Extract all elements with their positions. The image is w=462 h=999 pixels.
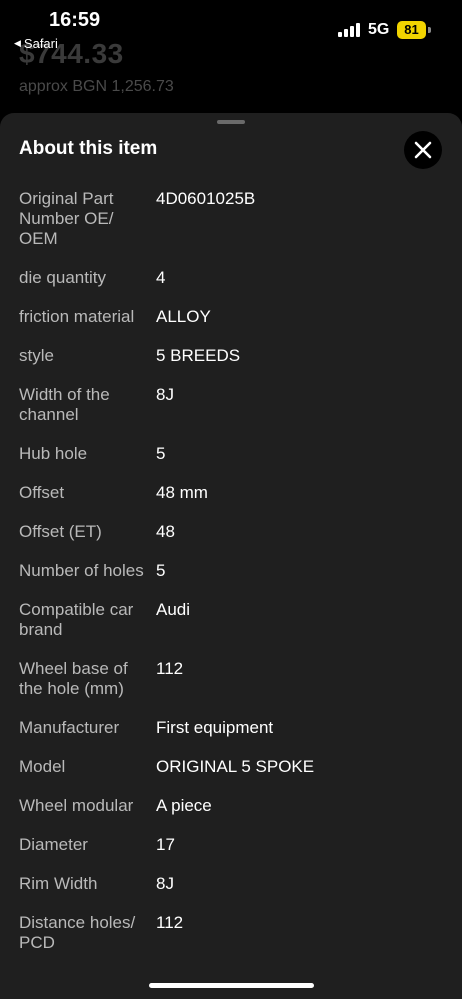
spec-value: 112 (156, 913, 184, 932)
spec-value: 5 (156, 561, 166, 580)
spec-value: 8J (156, 385, 174, 404)
spec-label: friction material (19, 307, 135, 326)
spec-label: Diameter (19, 835, 88, 854)
spec-row: Rim Width 8J (0, 874, 462, 894)
spec-row: Offset 48 mm (0, 483, 462, 503)
spec-label: style (19, 346, 54, 365)
spec-row: Diameter 17 (0, 835, 462, 855)
back-app-label: Safari (23, 36, 58, 51)
converted-price: approx BGN 1,256.73 (19, 78, 174, 95)
close-icon (414, 141, 432, 159)
sheet-grabber[interactable] (217, 120, 245, 124)
spec-row: Wheel modular A piece (0, 796, 462, 816)
close-button[interactable] (404, 131, 442, 169)
spec-label: Width of the channel (19, 385, 110, 424)
spec-label: Manufacturer (19, 718, 120, 737)
spec-row: friction material ALLOY (0, 307, 462, 327)
spec-label: Hub hole (19, 444, 88, 463)
spec-row: style 5 BREEDS (0, 346, 462, 366)
spec-label: Offset (ET) (19, 522, 102, 541)
spec-row: Original Part Number OE/ OEM 4D0601025B (0, 189, 462, 249)
spec-label: Wheel base of the hole (mm) (19, 659, 128, 698)
back-to-app-link[interactable]: ◀ Safari (14, 36, 58, 51)
spec-row: Number of holes 5 (0, 561, 462, 581)
spec-row: Manufacturer First equipment (0, 718, 462, 738)
spec-label: die quantity (19, 268, 106, 287)
spec-label: Model (19, 757, 66, 776)
spec-value: 4D0601025B (156, 189, 256, 208)
spec-value: 48 mm (156, 483, 208, 502)
spec-row: Model ORIGINAL 5 SPOKE (0, 757, 462, 777)
spec-value: 112 (156, 659, 184, 678)
spec-row: Offset (ET) 48 (0, 522, 462, 542)
spec-label: Number of holes (19, 561, 144, 580)
spec-row: Distance holes/ PCD 112 (0, 913, 462, 953)
spec-value: 5 BREEDS (156, 346, 241, 365)
battery-level: 81 (397, 21, 426, 39)
spec-label: Rim Width (19, 874, 98, 893)
sheet-title: About this item (19, 138, 158, 159)
spec-value: 4 (156, 268, 166, 287)
spec-value: 48 (156, 522, 175, 541)
spec-value: A piece (156, 796, 212, 815)
item-specifics-list[interactable]: Original Part Number OE/ OEM 4D0601025B … (0, 189, 462, 959)
spec-value: Audi (156, 600, 191, 619)
spec-row: Wheel base of the hole (mm) 112 (0, 659, 462, 699)
spec-label: Distance holes/ PCD (19, 913, 136, 952)
spec-value: 5 (156, 444, 166, 463)
spec-label: Offset (19, 483, 65, 502)
spec-value: ALLOY (156, 307, 211, 326)
signal-icon (338, 23, 360, 37)
about-item-sheet: About this item Original Part Number OE/… (0, 113, 462, 999)
status-time: 16:59 (49, 9, 101, 31)
spec-row: Hub hole 5 (0, 444, 462, 464)
spec-row: Compatible car brand Audi (0, 600, 462, 640)
battery-icon: 81 (397, 21, 432, 40)
spec-value: First equipment (156, 718, 274, 737)
spec-value: 17 (156, 835, 175, 854)
spec-label: Original Part Number OE/ OEM (19, 189, 114, 248)
spec-row: Width of the channel 8J (0, 385, 462, 425)
spec-value: 8J (156, 874, 174, 893)
back-arrow-icon: ◀ (14, 38, 21, 48)
spec-label: Wheel modular (19, 796, 134, 815)
network-type: 5G (368, 21, 390, 38)
spec-value: ORIGINAL 5 SPOKE (156, 757, 315, 776)
home-indicator[interactable] (149, 983, 314, 988)
spec-label: Compatible car brand (19, 600, 134, 639)
status-bar: 16:59 ◀ Safari 5G 81 (0, 0, 462, 56)
spec-row: die quantity 4 (0, 268, 462, 288)
